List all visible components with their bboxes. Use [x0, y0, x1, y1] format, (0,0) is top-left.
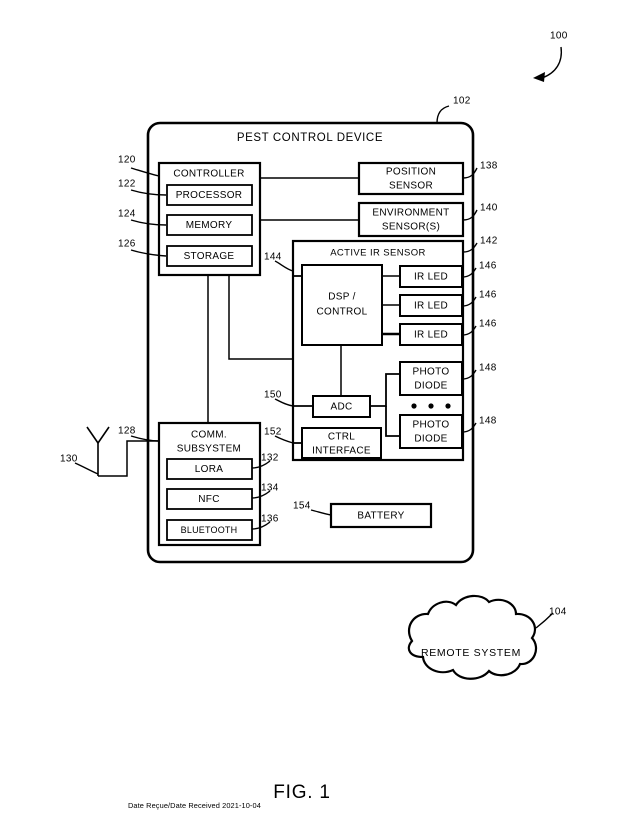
dsp-control-box: [301, 264, 383, 346]
ctrl-interface-label-line2: INTERFACE: [312, 446, 371, 457]
ref-nfc-134: 134: [261, 483, 279, 494]
memory-label: MEMORY: [186, 220, 233, 231]
comm-subsystem-label-line1: COMM.: [191, 430, 227, 441]
position-sensor-label-line1: POSITION: [386, 167, 436, 178]
environment-sensor-label-line1: ENVIRONMENT: [372, 208, 449, 219]
nfc-label: NFC: [198, 494, 219, 505]
ref-dsp-control-144: 144: [264, 252, 282, 263]
figure-caption: FIG. 1: [273, 782, 331, 803]
ref-remote-104: 104: [549, 607, 567, 618]
ir-led-label-3: IR LED: [414, 330, 448, 341]
ref-ir-led-146-1: 146: [479, 261, 497, 272]
device-title: PEST CONTROL DEVICE: [237, 132, 383, 144]
position-sensor-label-line2: SENSOR: [389, 181, 433, 192]
ref-device-102: 102: [453, 96, 471, 107]
comm-subsystem-label-line2: SUBSYSTEM: [177, 444, 241, 455]
ref-battery-154: 154: [293, 501, 311, 512]
controller-label: CONTROLLER: [173, 169, 244, 180]
ref-antenna-130: 130: [60, 454, 78, 465]
ref-adc-150: 150: [264, 390, 282, 401]
ref-memory-124: 124: [118, 209, 136, 220]
figure-canvas: PEST CONTROL DEVICE CONTROLLER PROCESSOR…: [60, 31, 568, 810]
ref-processor-122: 122: [118, 179, 136, 190]
ref-ir-led-146-2: 146: [479, 290, 497, 301]
ir-led-label-1: IR LED: [414, 272, 448, 283]
remote-system-label: REMOTE SYSTEM: [421, 647, 521, 659]
battery-label: BATTERY: [357, 511, 404, 522]
active-ir-sensor-title: ACTIVE IR SENSOR: [330, 248, 426, 259]
ref-position-sensor-138: 138: [480, 161, 498, 172]
adc-label: ADC: [330, 402, 352, 413]
dsp-control-label-line1: DSP /: [328, 292, 355, 303]
device-callout: [436, 105, 450, 124]
environment-sensor-label-line2: SENSOR(S): [382, 222, 440, 233]
ir-led-label-2: IR LED: [414, 301, 448, 312]
date-stamp: Date Reçue/Date Received 2021-10-04: [128, 801, 261, 810]
ref-system-100: 100: [550, 31, 568, 42]
ref-lora-132: 132: [261, 453, 279, 464]
photo-diode-label-2-line2: DIODE: [414, 434, 447, 445]
antenna-icon: [86, 426, 110, 476]
ref-ctrl-interface-152: 152: [264, 427, 282, 438]
ref-comm-128: 128: [118, 426, 136, 437]
ctrl-interface-label-line1: CTRL: [328, 432, 355, 443]
storage-label: STORAGE: [184, 251, 235, 262]
system-callout: [533, 46, 563, 82]
ref-controller-120: 120: [118, 155, 136, 166]
ref-environment-sensor-140: 140: [480, 203, 498, 214]
ref-active-ir-sensor-142: 142: [480, 236, 498, 247]
photo-diode-label-2-line1: PHOTO: [413, 420, 450, 431]
ref-ir-led-146-3: 146: [479, 319, 497, 330]
ref-bluetooth-136: 136: [261, 514, 279, 525]
ref-photo-diode-148-1: 148: [479, 363, 497, 374]
ref-photo-diode-148-2: 148: [479, 416, 497, 427]
bluetooth-label: BLUETOOTH: [181, 525, 238, 535]
processor-label: PROCESSOR: [176, 190, 243, 201]
photo-diode-label-1-line2: DIODE: [414, 381, 447, 392]
patent-figure: PEST CONTROL DEVICE CONTROLLER PROCESSOR…: [0, 0, 640, 825]
ref-storage-126: 126: [118, 239, 136, 250]
dsp-control-label-line2: CONTROL: [317, 307, 368, 318]
lora-label: LORA: [195, 464, 223, 475]
remote-system-cloud: [407, 594, 554, 680]
photo-diode-label-1-line1: PHOTO: [413, 367, 450, 378]
